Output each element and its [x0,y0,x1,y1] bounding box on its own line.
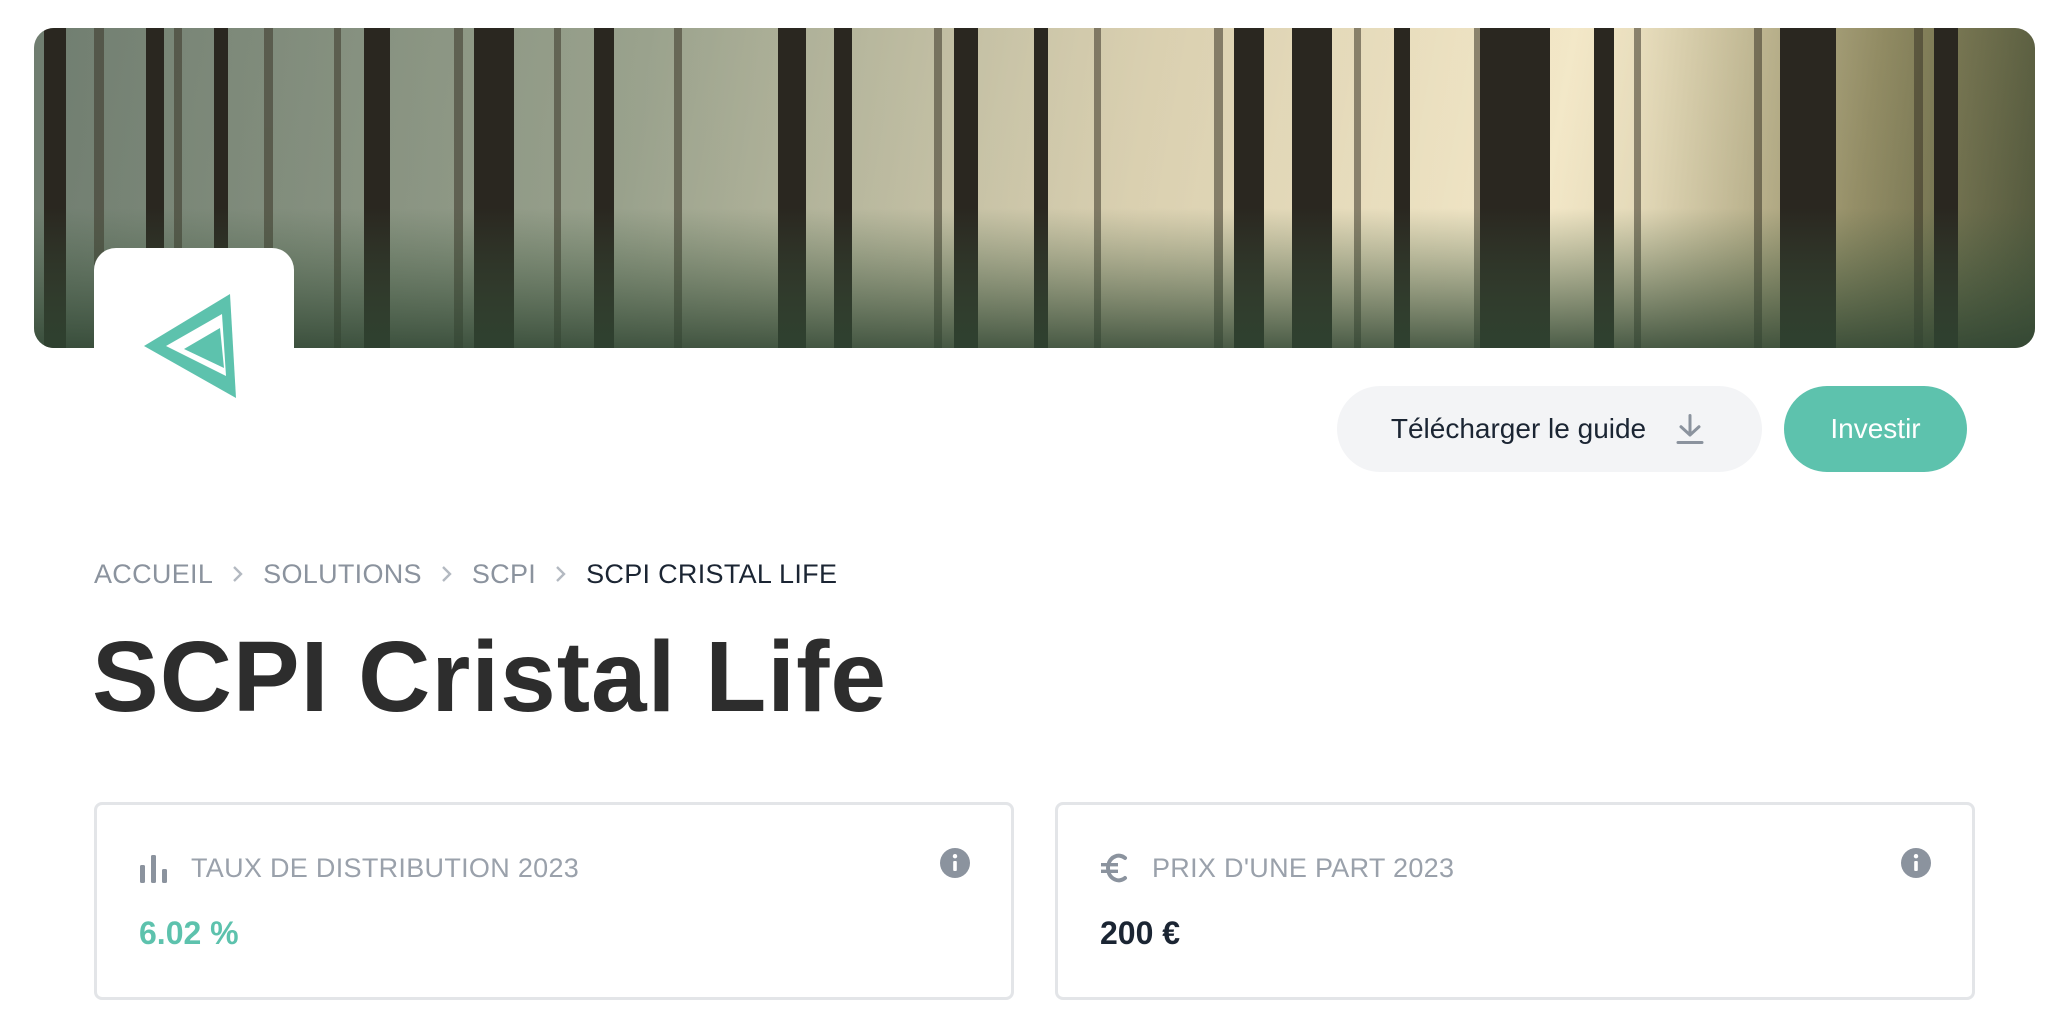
download-guide-label: Télécharger le guide [1390,413,1647,444]
chevron-right-icon [233,566,243,582]
page-title: SCPI Cristal Life [92,621,887,733]
breadcrumb-item-current: SCPI CRISTAL LIFE [586,558,838,589]
share-price-card: PRIX D'UNE PART 2023 200 € [1055,802,1975,1000]
chevron-right-icon [442,566,452,582]
invest-button[interactable]: Investir [1784,386,1967,472]
breadcrumb-item-solutions[interactable]: SOLUTIONS [263,559,422,590]
info-icon[interactable] [1900,847,1932,879]
hero-banner-image [34,28,2035,348]
share-price-value: 200 € [1100,915,1181,951]
distribution-rate-card: TAUX DE DISTRIBUTION 2023 6.02 % [94,802,1014,1000]
breadcrumb-item-home[interactable]: ACCUEIL [94,559,213,590]
chevron-right-icon [556,566,566,582]
distribution-rate-value: 6.02 % [139,915,239,951]
share-price-label: PRIX D'UNE PART 2023 [1152,852,1455,883]
forest-illustration [34,28,2035,348]
download-icon [1676,414,1704,444]
arrow-logo-icon [144,294,236,398]
download-guide-button[interactable]: Télécharger le guide [1337,386,1762,472]
euro-icon [1101,853,1127,883]
bar-chart-icon [140,855,167,883]
invest-label: Investir [1830,413,1921,444]
distribution-rate-label: TAUX DE DISTRIBUTION 2023 [191,852,580,883]
breadcrumb: ACCUEIL SOLUTIONS SCPI SCPI CRISTAL LIFE [94,556,837,592]
company-logo-card [94,248,294,428]
breadcrumb-item-scpi[interactable]: SCPI [472,559,536,590]
info-icon[interactable] [939,847,971,879]
